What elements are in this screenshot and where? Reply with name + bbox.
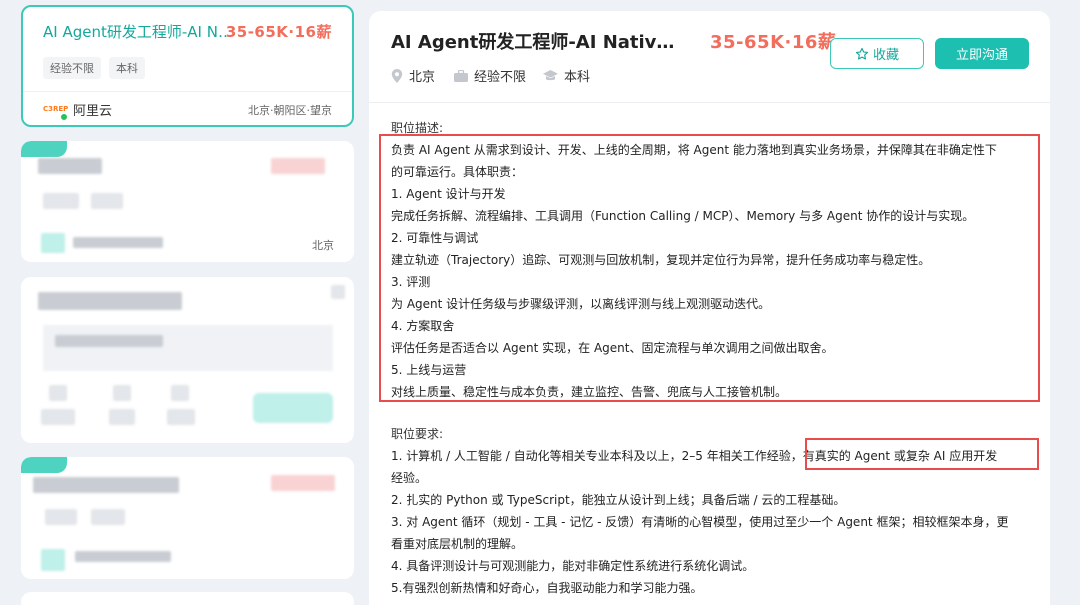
requirement-line: 3. 对 Agent 循环（规划 - 工具 - 记忆 - 反馈）有清晰的心智模型… — [391, 515, 1009, 529]
blurred-description — [43, 325, 333, 371]
blurred-company — [73, 237, 163, 248]
detail-title: AI Agent研发工程师-AI Native创新 — [391, 32, 681, 53]
requirement-line: 5.有强烈创新热情和好奇心，自我驱动能力和学习能力强。 — [391, 581, 703, 595]
location-icon — [391, 68, 403, 83]
blurred-title — [38, 158, 102, 174]
meta-experience-text: 经验不限 — [474, 70, 527, 85]
requirement-line: 经验。 — [391, 471, 428, 485]
job-card-active[interactable]: AI Agent研发工程师-AI Native创新 35-65K·16薪 经验不… — [21, 5, 354, 127]
favorite-label: 收藏 — [872, 48, 899, 63]
job-card-title[interactable]: AI Agent研发工程师-AI Native创新 — [43, 21, 233, 42]
requirements-heading: 职位要求: — [391, 427, 444, 441]
blurred-icon — [171, 385, 189, 401]
job-card[interactable] — [21, 592, 354, 605]
education-tag: 本科 — [109, 57, 145, 79]
blurred-text — [41, 409, 75, 425]
job-card-salary: 35-65K·16薪 — [225, 23, 332, 41]
company-name[interactable]: 阿里云 — [73, 100, 112, 119]
graduation-cap-icon — [543, 69, 558, 80]
job-detail-panel: AI Agent研发工程师-AI Native创新 35-65K·16薪 收藏 … — [369, 11, 1050, 605]
blurred-tag — [91, 509, 125, 525]
highlight-box-requirement — [805, 438, 1039, 470]
card-ribbon — [21, 457, 67, 473]
detail-salary: 35-65K·16薪 — [710, 32, 837, 53]
meta-city: 北京 — [391, 66, 435, 85]
blurred-company — [75, 551, 171, 562]
star-icon — [855, 47, 869, 60]
experience-tag: 经验不限 — [43, 57, 101, 79]
blurred-logo — [41, 549, 65, 571]
blurred-text — [55, 335, 163, 347]
blurred-tag — [43, 193, 79, 209]
job-location: 北京·朝阳区·望京 — [248, 104, 332, 117]
meta-experience: 经验不限 — [454, 66, 526, 85]
blurred-tag — [45, 509, 77, 525]
requirement-line: 2. 扎实的 Python 或 TypeScript，能独立从设计到上线；具备后… — [391, 493, 846, 507]
job-card[interactable] — [21, 457, 354, 579]
favorite-button[interactable]: 收藏 — [830, 38, 924, 69]
meta-education: 本科 — [543, 66, 590, 85]
blurred-button[interactable] — [253, 393, 333, 423]
blurred-icon — [49, 385, 67, 401]
meta-city-text: 北京 — [409, 70, 436, 85]
requirement-line: 看重对底层机制的理解。 — [391, 537, 524, 551]
blurred-title — [38, 292, 182, 310]
blurred-text — [109, 409, 135, 425]
job-card[interactable]: 北京 — [21, 141, 354, 262]
job-location: 北京 — [312, 239, 334, 252]
blurred-tag — [91, 193, 123, 209]
blurred-title — [33, 477, 179, 493]
blurred-salary — [271, 475, 335, 491]
briefcase-icon — [454, 69, 468, 82]
card-divider — [23, 91, 352, 92]
close-icon[interactable] — [331, 285, 345, 299]
highlight-box-description — [379, 134, 1040, 402]
blurred-text — [167, 409, 195, 425]
meta-education-text: 本科 — [564, 70, 591, 85]
card-ribbon — [21, 141, 67, 157]
blurred-icon — [113, 385, 131, 401]
online-status-dot — [60, 113, 68, 121]
requirement-line: 4. 具备评测设计与可观测能力，能对非确定性系统进行系统化调试。 — [391, 559, 755, 573]
job-card[interactable] — [21, 277, 354, 443]
chat-now-button[interactable]: 立即沟通 — [935, 38, 1029, 69]
blurred-logo — [41, 233, 65, 253]
blurred-salary — [271, 158, 325, 174]
detail-header: AI Agent研发工程师-AI Native创新 35-65K·16薪 收藏 … — [369, 11, 1050, 103]
